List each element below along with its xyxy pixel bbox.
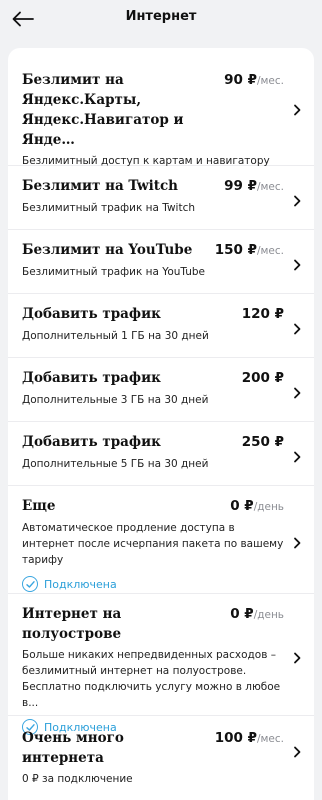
service-price: 99 ₽/мес. [224, 178, 284, 194]
service-name: Добавить трафик [22, 370, 161, 386]
service-price: 250 ₽ [241, 434, 284, 450]
service-item-yandex[interactable]: Безлимит на Яндекс.Карты, Яндекс.Навигат… [8, 48, 314, 167]
service-name: Добавить трафик [22, 434, 161, 450]
status-label: Подключена [44, 577, 117, 591]
chevron-right-icon [292, 320, 302, 334]
service-name: Добавить трафик [22, 306, 161, 322]
service-item-lots-of-internet[interactable]: Очень много интернета 100 ₽/мес. 0 ₽ за … [8, 716, 314, 785]
chevron-right-icon [292, 384, 302, 398]
service-price: 100 ₽/мес. [214, 730, 284, 746]
check-circle-icon [22, 576, 38, 592]
service-name: Интернет на полуострове [22, 606, 122, 642]
chevron-right-icon [292, 448, 302, 462]
services-list: Безлимит на Яндекс.Карты, Яндекс.Навигат… [8, 48, 314, 800]
chevron-right-icon [292, 743, 302, 758]
service-description: Безлимитный трафик на Twitch [22, 202, 196, 214]
service-item-peninsula[interactable]: Интернет на полуострове 0 ₽/день Больше … [8, 594, 314, 735]
chevron-right-icon [292, 534, 302, 548]
service-item-traffic-1gb[interactable]: Добавить трафик 120 ₽ Дополнительный 1 Г… [8, 294, 314, 358]
chevron-right-icon [292, 101, 302, 115]
service-description: Дополнительный 1 ГБ на 30 дней [22, 330, 209, 342]
service-item-traffic-3gb[interactable]: Добавить трафик 200 ₽ Дополнительные 3 Г… [8, 358, 314, 422]
service-price: 200 ₽ [241, 370, 284, 386]
service-item-twitch[interactable]: Безлимит на Twitch 99 ₽/мес. Безлимитный… [8, 166, 314, 230]
service-description: Безлимитный трафик на YouTube [22, 266, 205, 278]
service-description: Автоматическое продление доступа в интер… [22, 522, 284, 566]
service-item-extra[interactable]: Еще 0 ₽/день Автоматическое продление до… [8, 486, 314, 594]
service-price: 0 ₽/день [230, 498, 284, 514]
service-name: Безлимит на Яндекс.Карты, Яндекс.Навигат… [22, 72, 184, 148]
service-price: 150 ₽/мес. [214, 242, 284, 258]
service-price: 0 ₽/день [230, 606, 284, 622]
service-price: 120 ₽ [241, 306, 284, 322]
chevron-right-icon [292, 256, 302, 270]
chevron-right-icon [292, 649, 302, 663]
service-price: 90 ₽/мес. [224, 72, 284, 88]
service-description: Дополнительные 3 ГБ на 30 дней [22, 394, 209, 406]
status-connected: Подключена [22, 576, 284, 592]
service-item-traffic-5gb[interactable]: Добавить трафик 250 ₽ Дополнительные 5 Г… [8, 422, 314, 486]
service-name: Безлимит на YouTube [22, 242, 193, 258]
app-header: Интернет [0, 0, 322, 44]
service-name: Очень много интернета [22, 730, 124, 766]
service-description: Больше никаких непредвиденных расходов –… [22, 649, 281, 709]
service-name: Безлимит на Twitch [22, 178, 178, 194]
chevron-right-icon [292, 192, 302, 206]
service-description: 0 ₽ за подключение [22, 773, 133, 785]
page-title: Интернет [125, 9, 197, 24]
service-item-youtube[interactable]: Безлимит на YouTube 150 ₽/мес. Безлимитн… [8, 230, 314, 294]
service-description: Дополнительные 5 ГБ на 30 дней [22, 458, 209, 470]
service-name: Еще [22, 498, 56, 514]
